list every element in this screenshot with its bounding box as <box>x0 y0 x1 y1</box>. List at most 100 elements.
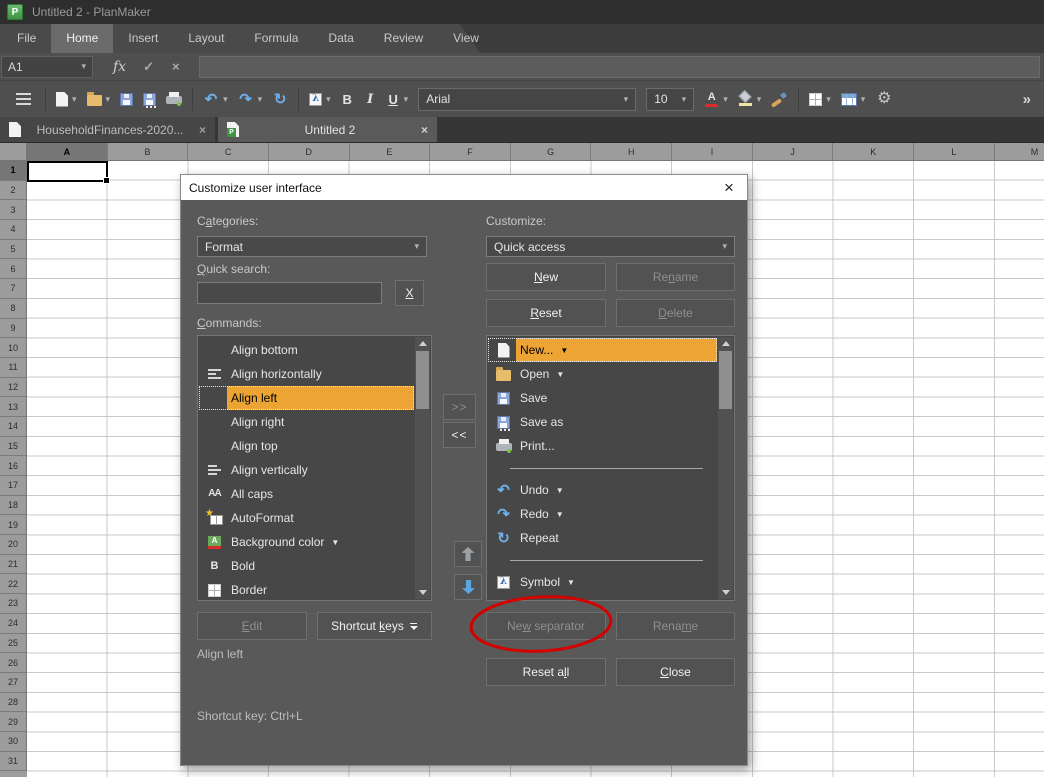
edit-button[interactable]: Edit <box>197 612 307 640</box>
list-item-print[interactable]: Print... <box>488 434 717 458</box>
font-size-combo[interactable]: 10▾ <box>646 88 694 111</box>
cell-reference-box[interactable]: A1 ▾ <box>1 56 93 78</box>
row-header-26[interactable]: 26 <box>0 653 27 673</box>
open-file-button[interactable]: ▾ <box>82 88 116 110</box>
row-header-11[interactable]: 11 <box>0 358 27 378</box>
delete-button[interactable]: Delete <box>616 299 735 327</box>
highlight-color-button[interactable]: ▾ <box>733 88 767 111</box>
column-header-i[interactable]: I <box>672 143 753 161</box>
move-down-button[interactable] <box>454 574 482 600</box>
list-item-bold[interactable]: BBold <box>199 554 414 578</box>
select-all-corner[interactable] <box>0 143 27 161</box>
row-header-6[interactable]: 6 <box>0 259 27 279</box>
column-header-c[interactable]: C <box>188 143 269 161</box>
row-header-29[interactable]: 29 <box>0 712 27 732</box>
column-header-a[interactable]: A <box>27 143 108 161</box>
row-header-31[interactable]: 31 <box>0 752 27 772</box>
shortcut-keys-button[interactable]: Shortcut keys <box>317 612 432 640</box>
insert-table-button[interactable]: ▾ <box>836 89 871 110</box>
list-item-autoformat[interactable]: ★AutoFormat <box>199 506 414 530</box>
list-item-symbol[interactable]: λSymbol▼ <box>488 570 717 594</box>
close-button[interactable]: Close <box>616 658 735 686</box>
list-item-align-top[interactable]: Align top <box>199 434 414 458</box>
document-tab-2[interactable]: Untitled 2× <box>218 117 437 142</box>
scroll-down-button[interactable] <box>415 586 430 599</box>
row-header-16[interactable]: 16 <box>0 456 27 476</box>
column-header-g[interactable]: G <box>511 143 592 161</box>
row-header-9[interactable]: 9 <box>0 319 27 339</box>
move-up-button[interactable] <box>454 541 482 567</box>
target-scrollbar[interactable] <box>718 337 733 599</box>
list-item-redo[interactable]: ↷Redo▼ <box>488 502 717 526</box>
menu-insert[interactable]: Insert <box>113 24 173 53</box>
rename-item-button[interactable]: Rename <box>616 612 735 640</box>
new-button[interactable]: New <box>486 263 606 291</box>
row-header-28[interactable]: 28 <box>0 693 27 713</box>
close-icon[interactable]: × <box>421 123 428 137</box>
confirm-entry-icon[interactable]: ✓ <box>143 59 154 75</box>
commands-list[interactable]: Align bottomAlign horizontallyAlign left… <box>197 335 432 601</box>
save-as-button[interactable] <box>138 89 161 110</box>
format-painter-button[interactable] <box>766 88 793 111</box>
list-item-align-left[interactable]: Align left <box>199 386 414 410</box>
repeat-button[interactable]: ↻ <box>267 87 293 111</box>
insert-function-icon[interactable]: fx <box>113 59 126 75</box>
column-header-h[interactable]: H <box>591 143 672 161</box>
row-header-21[interactable]: 21 <box>0 555 27 575</box>
menu-home[interactable]: Home <box>51 24 113 53</box>
close-icon[interactable]: × <box>711 175 747 200</box>
row-header-20[interactable]: 20 <box>0 535 27 555</box>
row-header-24[interactable]: 24 <box>0 614 27 634</box>
redo-button[interactable]: ↷▾ <box>233 87 268 111</box>
remove-command-button[interactable]: << <box>443 422 476 448</box>
clear-search-button[interactable]: X <box>395 280 424 306</box>
rename-toolbar-button[interactable]: Rename <box>616 263 735 291</box>
list-item-open[interactable]: Open▼ <box>488 362 717 386</box>
column-header-f[interactable]: F <box>430 143 511 161</box>
selected-cell-a1[interactable] <box>27 161 108 182</box>
menu-view[interactable]: View <box>438 24 494 53</box>
settings-button[interactable]: ⚙ <box>870 86 898 112</box>
list-item-background-color[interactable]: ABackground color▼ <box>199 530 414 554</box>
row-header-23[interactable]: 23 <box>0 594 27 614</box>
row-header-5[interactable]: 5 <box>0 240 27 260</box>
row-header-27[interactable]: 27 <box>0 673 27 693</box>
row-header-18[interactable]: 18 <box>0 496 27 516</box>
font-name-combo[interactable]: Arial▾ <box>418 88 636 111</box>
column-header-d[interactable]: D <box>269 143 350 161</box>
font-color-button[interactable]: A▾ <box>699 88 733 111</box>
menu-review[interactable]: Review <box>369 24 438 53</box>
list-item-save[interactable]: Save <box>488 386 717 410</box>
row-header-1[interactable]: 1 <box>0 161 27 181</box>
formula-input[interactable] <box>199 56 1040 78</box>
borders-button[interactable]: ▾ <box>804 89 836 110</box>
row-header-15[interactable]: 15 <box>0 437 27 457</box>
document-tab-1[interactable]: HouseholdFinances-2020...× <box>0 117 215 142</box>
list-item-align-vertically[interactable]: Align vertically <box>199 458 414 482</box>
insert-symbol-button[interactable]: λ▾ <box>304 89 336 110</box>
row-header-14[interactable]: 14 <box>0 417 27 437</box>
scroll-up-button[interactable] <box>415 337 430 350</box>
list-item-align-right[interactable]: Align right <box>199 410 414 434</box>
row-header-25[interactable]: 25 <box>0 634 27 654</box>
menu-formula[interactable]: Formula <box>239 24 313 53</box>
column-header-m[interactable]: M <box>995 143 1044 161</box>
column-header-k[interactable]: K <box>833 143 914 161</box>
row-header-3[interactable]: 3 <box>0 200 27 220</box>
scroll-down-button[interactable] <box>718 586 733 599</box>
scroll-up-button[interactable] <box>718 337 733 350</box>
list-item-new[interactable]: New...▼ <box>488 338 717 362</box>
cancel-entry-icon[interactable]: × <box>172 59 180 74</box>
row-header-4[interactable]: 4 <box>0 220 27 240</box>
toolbar-overflow-button[interactable]: » <box>1018 87 1037 112</box>
print-button[interactable] <box>161 88 187 110</box>
new-separator-button[interactable]: New separator <box>486 612 606 640</box>
scrollbar-thumb[interactable] <box>719 351 732 409</box>
row-header-30[interactable]: 30 <box>0 732 27 752</box>
list-item-undo[interactable]: ↶Undo▼ <box>488 478 717 502</box>
row-header-12[interactable]: 12 <box>0 378 27 398</box>
list-item-align-horizontally[interactable]: Align horizontally <box>199 362 414 386</box>
save-button[interactable] <box>115 89 138 110</box>
row-header-13[interactable]: 13 <box>0 397 27 417</box>
target-list[interactable]: New...▼Open▼SaveSave asPrint...↶Undo▼↷Re… <box>486 335 735 601</box>
